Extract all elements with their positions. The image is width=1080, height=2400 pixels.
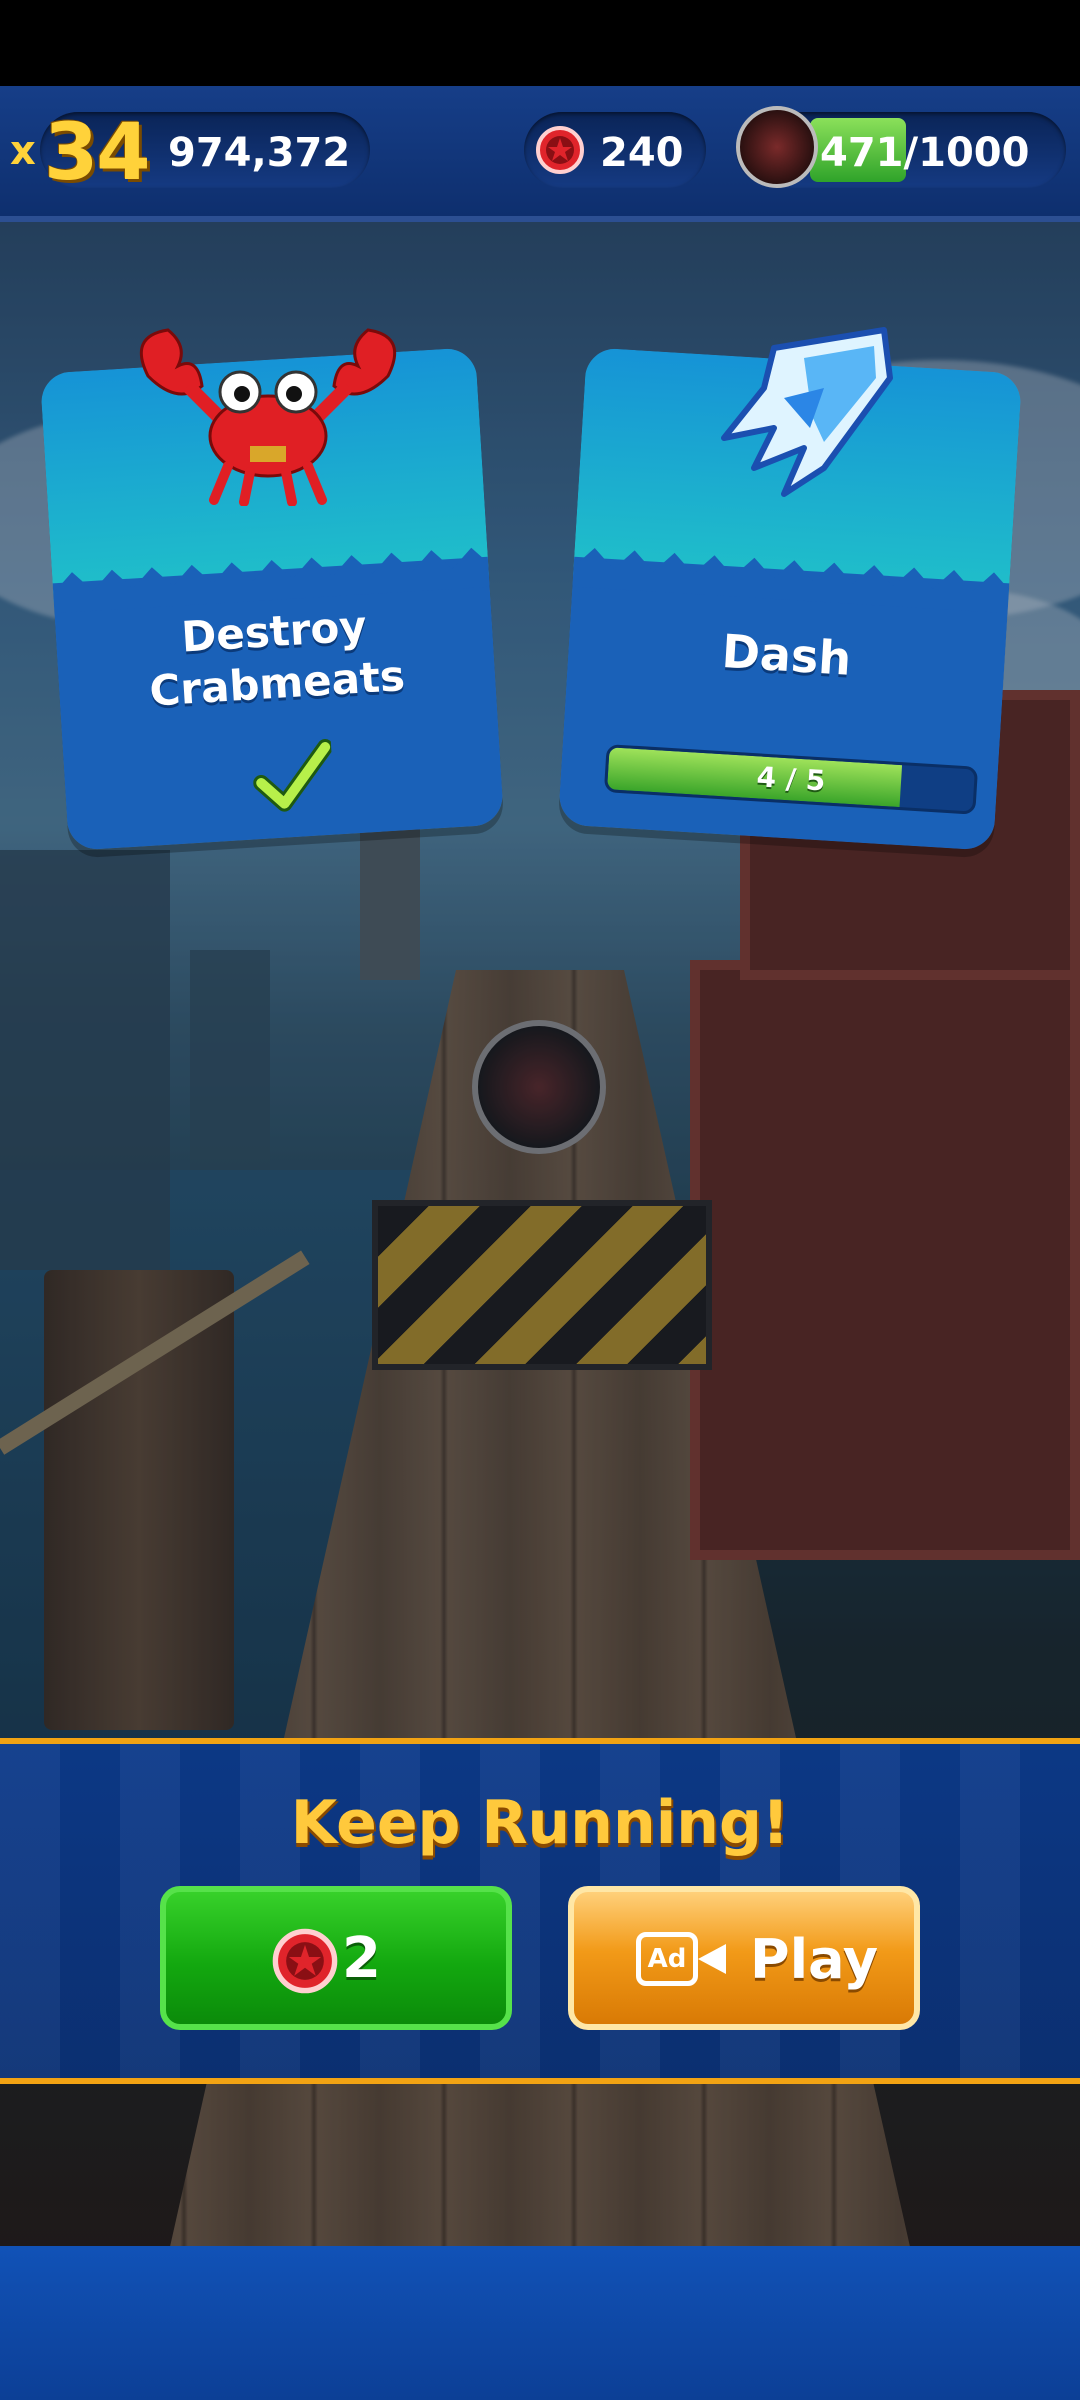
ad-badge-label: Ad xyxy=(647,1944,687,1974)
checkmark-icon xyxy=(253,739,334,812)
crabmeat-icon xyxy=(139,328,397,506)
ad-badge-box: Ad xyxy=(636,1932,698,1986)
status-bar xyxy=(0,0,1080,86)
dash-crystal-icon xyxy=(721,327,893,497)
multiplier-prefix: x xyxy=(10,128,36,174)
red-ring-icon xyxy=(536,126,584,174)
camera-icon xyxy=(698,1944,726,1974)
bottom-bar xyxy=(0,2246,1080,2400)
rings-count: 240 xyxy=(600,130,684,176)
play-label: Play xyxy=(750,1928,879,1991)
continue-with-rings-button[interactable]: 2 xyxy=(160,1886,512,2030)
ring-cost: 2 xyxy=(342,1926,381,1991)
tokens-count: 471/1000 xyxy=(820,130,1030,176)
score-multiplier: 34 xyxy=(44,108,151,198)
watch-ad-play-button[interactable]: Ad Play xyxy=(568,1886,920,2030)
continue-title: Keep Running! xyxy=(290,1788,790,1858)
ad-video-icon: Ad xyxy=(636,1932,728,1986)
mission-title-line1: Destroy xyxy=(179,601,368,662)
red-star-token-icon xyxy=(736,106,818,188)
score-value: 974,372 xyxy=(168,130,351,176)
red-ring-icon xyxy=(272,1928,338,1994)
